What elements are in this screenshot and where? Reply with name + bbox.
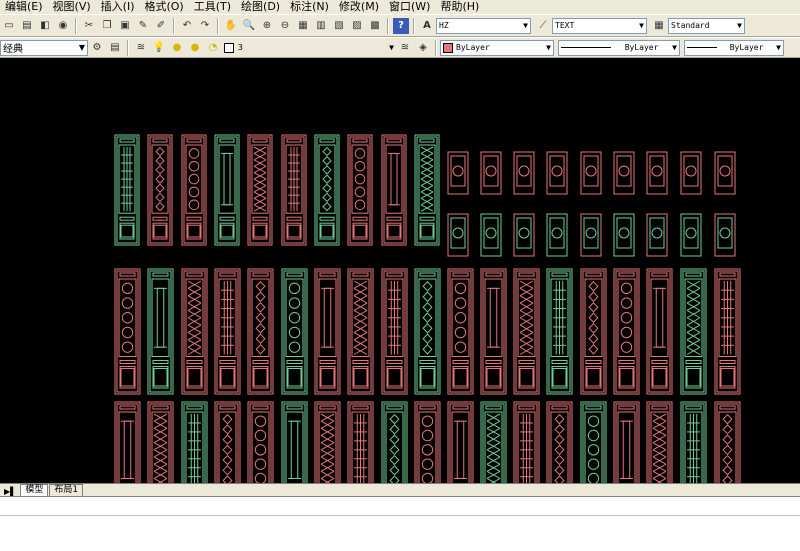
block-icon[interactable]: ✐ xyxy=(153,18,169,34)
tab-model[interactable]: 模型 xyxy=(20,484,49,496)
chevron-down-icon: ▼ xyxy=(639,21,644,30)
tab-nav-icon[interactable]: ▶▌ xyxy=(0,487,20,496)
layer-freeze-icon: ● xyxy=(172,42,182,53)
zoom-window-icon[interactable]: ⊕ xyxy=(259,18,275,34)
menu-item[interactable]: 工具(T) xyxy=(189,0,236,14)
table-style-icon: ▦ xyxy=(654,20,664,31)
layer-manager-icon[interactable]: ≋ xyxy=(133,40,149,56)
layers-toolbar: 经典 ▼ ⚙ ▤ ≋ 💡 ● ● ◔ 3 ▼ ≋ ◈ ByLayer ▼ ByLaye… xyxy=(0,37,800,58)
menu-item[interactable]: 标注(N) xyxy=(285,0,334,14)
text-style-icon: A xyxy=(423,20,431,31)
layer-previous-icon[interactable]: ◈ xyxy=(415,40,431,56)
menu-item[interactable]: 修改(M) xyxy=(334,0,384,14)
menu-bar: 编辑(E) 视图(V) 插入(I) 格式(O) 工具(T) 绘图(D) 标注(N) 修改(M)… xyxy=(0,0,800,14)
separator xyxy=(217,17,219,34)
chevron-down-icon: ▼ xyxy=(776,43,781,52)
standard-toolbar: ▭ ▤ ◧ ◉ ✂ ❐ ▣ ✎ ✐ ↶ ↷ ✋ 🔍 ⊕ ⊖ ▦ ▥ ▧ ▨ ▩ … xyxy=(0,14,800,37)
redo-icon[interactable]: ↷ xyxy=(197,18,213,34)
separator xyxy=(75,17,77,34)
toolpalette-icon[interactable]: ▧ xyxy=(331,18,347,34)
text-style-select[interactable]: HZ ▼ xyxy=(436,17,531,34)
lineweight-value: ByLayer xyxy=(729,43,764,52)
chevron-down-icon: ▼ xyxy=(78,43,85,52)
calculator-icon[interactable]: ▩ xyxy=(367,18,383,34)
zoom-previous-icon[interactable]: ⊖ xyxy=(277,18,293,34)
command-window[interactable] xyxy=(0,496,800,551)
chevron-down-icon: ▼ xyxy=(672,43,677,52)
undo-icon[interactable]: ↶ xyxy=(179,18,195,34)
color-select[interactable]: ByLayer ▼ xyxy=(440,39,554,56)
menu-item[interactable]: 插入(I) xyxy=(96,0,140,14)
zoom-realtime-icon[interactable]: 🔍 xyxy=(241,18,257,34)
menu-item[interactable]: 绘图(D) xyxy=(236,0,285,14)
color-value: ByLayer xyxy=(443,42,490,53)
linetype-select[interactable]: ByLayer ▼ xyxy=(558,39,680,56)
separator xyxy=(413,17,415,34)
layer-on-icon: 💡 xyxy=(152,42,166,53)
workspace-value: 经典 xyxy=(3,44,23,55)
separator xyxy=(435,39,437,56)
make-current-icon[interactable]: ≋ xyxy=(397,40,413,56)
matchprop-icon[interactable]: ✎ xyxy=(135,18,151,34)
drawing-canvas[interactable] xyxy=(0,58,800,483)
publish-icon[interactable]: ◉ xyxy=(55,18,71,34)
door-panels-drawing xyxy=(114,134,741,483)
lineweight-line xyxy=(687,47,717,48)
help-icon[interactable]: ? xyxy=(393,17,409,34)
menu-item[interactable]: 窗口(W) xyxy=(384,0,435,14)
color-text: ByLayer xyxy=(456,43,490,52)
properties-icon[interactable]: ▦ xyxy=(295,18,311,34)
sheetset-icon[interactable]: ▨ xyxy=(349,18,365,34)
print-icon[interactable]: ▤ xyxy=(19,18,35,34)
color-swatch xyxy=(443,42,453,53)
dim-style-icon: ⟋ xyxy=(539,20,547,31)
cut-icon[interactable]: ✂ xyxy=(81,18,97,34)
lineweight-select[interactable]: ByLayer ▼ xyxy=(684,39,784,56)
menu-item[interactable]: 帮助(H) xyxy=(435,0,484,14)
menu-item[interactable]: 编辑(E) xyxy=(0,0,48,14)
linetype-line xyxy=(561,47,611,48)
workspace-settings-icon[interactable]: ⚙ xyxy=(89,40,105,56)
chevron-down-icon: ▼ xyxy=(389,43,394,52)
copy-icon[interactable]: ❐ xyxy=(99,18,115,34)
tab-layout1[interactable]: 布局1 xyxy=(49,484,84,496)
table-style-select[interactable]: Standard ▼ xyxy=(668,17,745,34)
pan-icon[interactable]: ✋ xyxy=(223,18,239,34)
designcenter-icon[interactable]: ▥ xyxy=(313,18,329,34)
dim-style-select[interactable]: TEXT ▼ xyxy=(552,17,647,34)
workspace-select[interactable]: 经典 ▼ xyxy=(0,39,88,56)
separator xyxy=(127,39,129,56)
layout-tab-bar: ▶▌ 模型 布局1 xyxy=(0,483,800,496)
dim-style-value: TEXT xyxy=(555,21,575,30)
command-divider xyxy=(0,515,800,516)
save-icon[interactable]: ▭ xyxy=(1,18,17,34)
chevron-down-icon: ▼ xyxy=(737,21,742,30)
layer-value: 3 xyxy=(238,43,243,52)
linetype-value: ByLayer xyxy=(624,43,659,52)
workspace-save-icon[interactable]: ▤ xyxy=(107,40,123,56)
preview-icon[interactable]: ◧ xyxy=(37,18,53,34)
chevron-down-icon: ▼ xyxy=(546,43,551,52)
text-style-value: HZ xyxy=(439,21,449,30)
layer-select[interactable]: 3 ▼ xyxy=(236,40,396,56)
paste-icon[interactable]: ▣ xyxy=(117,18,133,34)
chevron-down-icon: ▼ xyxy=(523,21,528,30)
separator xyxy=(173,17,175,34)
layer-color-swatch xyxy=(224,42,234,53)
menu-item[interactable]: 格式(O) xyxy=(139,0,188,14)
layer-lock-icon: ● xyxy=(190,42,200,53)
table-style-value: Standard xyxy=(671,21,710,30)
menu-item[interactable]: 视图(V) xyxy=(48,0,96,14)
separator xyxy=(387,17,389,34)
layer-lock2-icon: ◔ xyxy=(208,42,218,53)
